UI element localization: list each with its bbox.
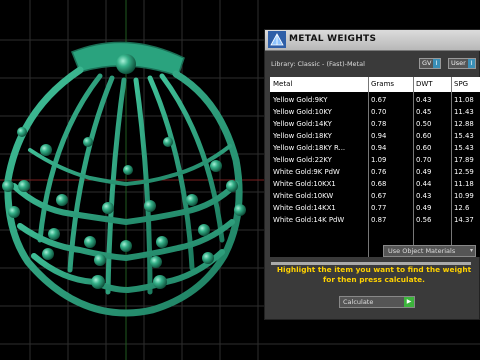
cell-grams: 0.70 (371, 108, 387, 116)
cell-dwt: 0.44 (416, 180, 432, 188)
cell-dwt: 0.60 (416, 132, 432, 140)
cell-metal: Yellow Gold:10KY (273, 108, 332, 116)
cell-metal: Yellow Gold:14KY (273, 120, 332, 128)
cell-grams: 0.94 (371, 132, 387, 140)
cell-grams: 0.87 (371, 216, 387, 224)
calculate-button[interactable]: Calculate ▶ (339, 296, 415, 308)
cell-metal: White Gold:9K PdW (273, 168, 340, 176)
chevron-down-icon: ▾ (469, 247, 473, 254)
header-dwt[interactable]: DWT (416, 77, 450, 92)
cell-spg: 15.43 (454, 132, 474, 140)
cell-spg: 17.89 (454, 156, 474, 164)
cell-spg: 14.37 (454, 216, 474, 224)
panel-title: METAL WEIGHTS (289, 34, 377, 44)
cell-dwt: 0.43 (416, 192, 432, 200)
use-object-materials-dropdown[interactable]: Use Object Materials ▾ (383, 245, 476, 257)
cell-dwt: 0.49 (416, 204, 432, 212)
cell-dwt: 0.50 (416, 120, 432, 128)
table-row[interactable]: Yellow Gold:14KY 0.78 0.50 12.88 (270, 118, 480, 130)
cell-grams: 0.67 (371, 96, 387, 104)
table-row[interactable]: Yellow Gold:18KY R... 0.94 0.60 15.43 (270, 142, 480, 154)
user-toggle-label: User (451, 59, 466, 67)
table-row[interactable]: White Gold:9K PdW 0.76 0.49 12.59 (270, 166, 480, 178)
gv-toggle-label: GV (422, 59, 432, 67)
cell-metal: Yellow Gold:22KY (273, 156, 332, 164)
table-row[interactable]: White Gold:10KX1 0.68 0.44 11.18 (270, 178, 480, 190)
table-row[interactable]: White Gold:14K PdW 0.87 0.56 14.37 (270, 214, 480, 226)
table-row[interactable]: Yellow Gold:10KY 0.70 0.45 11.43 (270, 106, 480, 118)
play-icon: ▶ (404, 297, 414, 307)
cell-spg: 11.43 (454, 108, 474, 116)
gv-toggle-knob: I (433, 59, 440, 68)
cell-spg: 15.43 (454, 144, 474, 152)
cell-dwt: 0.45 (416, 108, 432, 116)
header-spg[interactable]: SPG (454, 77, 480, 92)
header-metal[interactable]: Metal (273, 77, 367, 92)
cell-metal: Yellow Gold:9KY (273, 96, 328, 104)
calculate-label: Calculate (343, 298, 374, 306)
header-grams[interactable]: Grams (371, 77, 411, 92)
user-toggle-knob: I (468, 59, 475, 68)
cell-metal: Yellow Gold:18KY R... (273, 144, 346, 152)
cell-spg: 12.59 (454, 168, 474, 176)
table-row[interactable]: Yellow Gold:9KY 0.67 0.43 11.08 (270, 94, 480, 106)
cell-grams: 0.77 (371, 204, 387, 212)
cell-grams: 0.94 (371, 144, 387, 152)
cell-spg: 12.88 (454, 120, 474, 128)
cell-spg: 10.99 (454, 192, 474, 200)
cell-metal: Yellow Gold:18KY (273, 132, 332, 140)
table-header: Metal Grams DWT SPG (270, 77, 480, 92)
cell-metal: White Gold:14K PdW (273, 216, 345, 224)
cell-metal: White Gold:10KX1 (273, 180, 336, 188)
cell-grams: 1.09 (371, 156, 387, 164)
cell-dwt: 0.56 (416, 216, 432, 224)
table-row[interactable]: White Gold:10KW 0.67 0.43 10.99 (270, 190, 480, 202)
cell-spg: 11.18 (454, 180, 474, 188)
table-row[interactable]: White Gold:14KX1 0.77 0.49 12.6 (270, 202, 480, 214)
panel-titlebar[interactable]: METAL WEIGHTS (265, 30, 480, 51)
cell-grams: 0.78 (371, 120, 387, 128)
instruction-message: Highlight the item you want to find the … (276, 265, 472, 284)
table-row[interactable]: Yellow Gold:22KY 1.09 0.70 17.89 (270, 154, 480, 166)
table-row[interactable]: Yellow Gold:18KY 0.94 0.60 15.43 (270, 130, 480, 142)
cell-dwt: 0.60 (416, 144, 432, 152)
use-object-materials-label: Use Object Materials (388, 247, 456, 255)
gv-toggle[interactable]: GV I (419, 58, 441, 69)
cell-metal: White Gold:10KW (273, 192, 334, 200)
metal-weights-icon (268, 31, 286, 48)
library-label: Library: Classic - (Fast)-Metal (271, 60, 365, 68)
cell-grams: 0.68 (371, 180, 387, 188)
cell-metal: White Gold:14KX1 (273, 204, 336, 212)
cell-dwt: 0.70 (416, 156, 432, 164)
user-toggle[interactable]: User I (448, 58, 476, 69)
cell-spg: 11.08 (454, 96, 474, 104)
cell-spg: 12.6 (454, 204, 470, 212)
cell-grams: 0.76 (371, 168, 387, 176)
cell-dwt: 0.49 (416, 168, 432, 176)
cell-grams: 0.67 (371, 192, 387, 200)
shell-pendant-model (4, 41, 243, 317)
cell-dwt: 0.43 (416, 96, 432, 104)
metal-table: Metal Grams DWT SPG Yellow Gold:9KY 0.67… (270, 77, 480, 257)
